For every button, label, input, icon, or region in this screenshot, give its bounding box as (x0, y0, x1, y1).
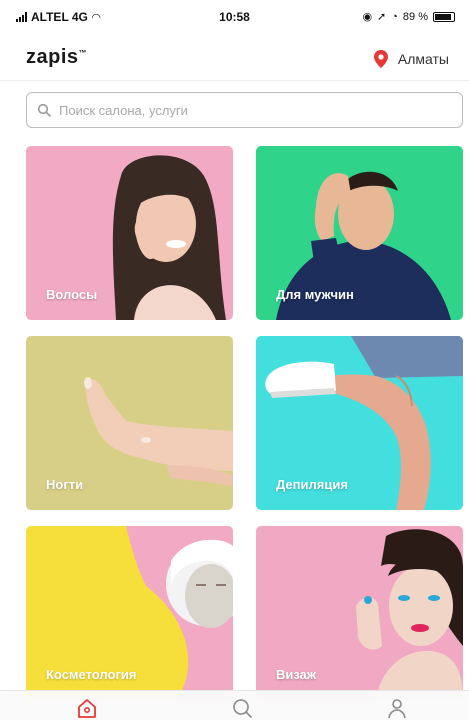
battery-fill (435, 13, 452, 20)
tab-search[interactable] (222, 697, 262, 720)
category-label: Волосы (46, 287, 98, 302)
home-icon (78, 699, 96, 718)
status-bar: ALTEL 4G ◠ 10:58 ◉ ➚ ◔ 89 % (0, 0, 469, 34)
category-card-men[interactable]: Для мужчин (256, 146, 463, 320)
header-divider (0, 80, 469, 81)
bottom-tab-bar (0, 690, 469, 720)
category-card-nails[interactable]: Ногти (26, 336, 233, 510)
category-label: Косметология (46, 667, 137, 682)
app-header: zapis™ Алматы (0, 34, 469, 80)
category-label: Ногти (46, 477, 84, 492)
category-card-depilation[interactable]: Депиляция (256, 336, 463, 510)
map-pin-icon (373, 50, 388, 68)
category-label: Депиляция (276, 477, 348, 492)
profile-icon (388, 699, 406, 719)
tab-profile[interactable] (377, 697, 417, 720)
battery-icon (433, 11, 455, 22)
search-bar[interactable] (26, 92, 463, 128)
city-selector[interactable]: Алматы (373, 50, 449, 68)
search-icon (233, 699, 252, 718)
search-icon (37, 103, 51, 117)
battery-percent: 89 % (402, 10, 428, 23)
category-label: Для мужчин (276, 287, 354, 302)
category-card-makeup[interactable]: Визаж (256, 526, 463, 700)
category-card-hair[interactable]: Волосы (26, 146, 233, 320)
city-label: Алматы (397, 51, 449, 67)
category-label: Визаж (276, 667, 317, 682)
alarm-icon: ◔ (391, 10, 398, 23)
tab-home[interactable] (67, 697, 107, 720)
search-input[interactable] (59, 102, 439, 118)
category-card-cosmetology[interactable]: Косметология (26, 526, 233, 700)
app-logo[interactable]: zapis™ (26, 46, 87, 69)
status-right: ◉ ➚ ◔ 89 % (362, 10, 455, 23)
location-icon: ◉ (362, 11, 373, 23)
navigation-arrow-icon: ➚ (377, 11, 387, 23)
